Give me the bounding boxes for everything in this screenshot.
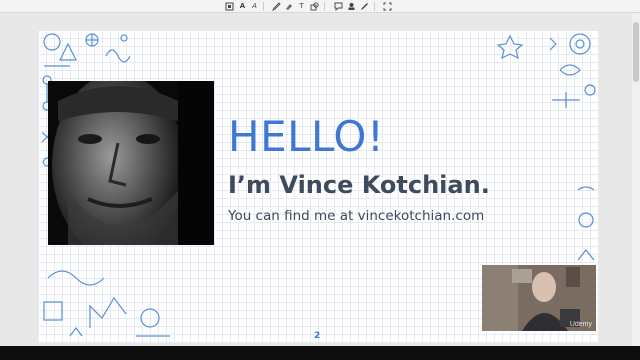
- stamp-icon[interactable]: [347, 2, 356, 11]
- toolbar-divider: [263, 2, 264, 11]
- presenter-name: I’m Vince Kotchian.: [228, 171, 490, 199]
- page-number: 2: [314, 331, 321, 341]
- signature-icon[interactable]: [360, 2, 369, 11]
- shapes-icon[interactable]: [310, 2, 319, 11]
- portrait-image: [48, 81, 214, 245]
- scrollbar-thumb[interactable]: [633, 22, 639, 82]
- fullscreen-icon[interactable]: [383, 2, 392, 11]
- toolbar-divider: [324, 2, 325, 11]
- text-box-icon[interactable]: T: [297, 2, 306, 11]
- profile-photo: [48, 81, 214, 245]
- udemy-watermark: Udemy: [569, 321, 592, 328]
- science-doodles-top-right-icon: [496, 33, 596, 108]
- select-icon[interactable]: [225, 2, 234, 11]
- science-doodles-bottom-left-icon: [43, 270, 170, 337]
- slide-heading: HELLO!: [228, 112, 385, 161]
- comment-icon[interactable]: [334, 2, 343, 11]
- toolbar-divider: [374, 2, 375, 11]
- video-player-bar: [0, 346, 640, 360]
- highlighter-icon[interactable]: [284, 2, 293, 11]
- science-doodles-top-left-icon: [43, 33, 131, 67]
- annotation-toolbar: A A T: [0, 0, 640, 13]
- instructor-webcam-overlay: Udemy: [482, 265, 596, 331]
- pdf-viewer-app: A A T HELLO! I’m Vince Kotchian. You can…: [0, 0, 640, 360]
- text-style-icon[interactable]: A: [250, 2, 259, 11]
- text-tool-icon[interactable]: A: [238, 2, 247, 11]
- pen-icon[interactable]: [272, 2, 281, 11]
- contact-line: You can find me at vincekotchian.com: [228, 208, 485, 224]
